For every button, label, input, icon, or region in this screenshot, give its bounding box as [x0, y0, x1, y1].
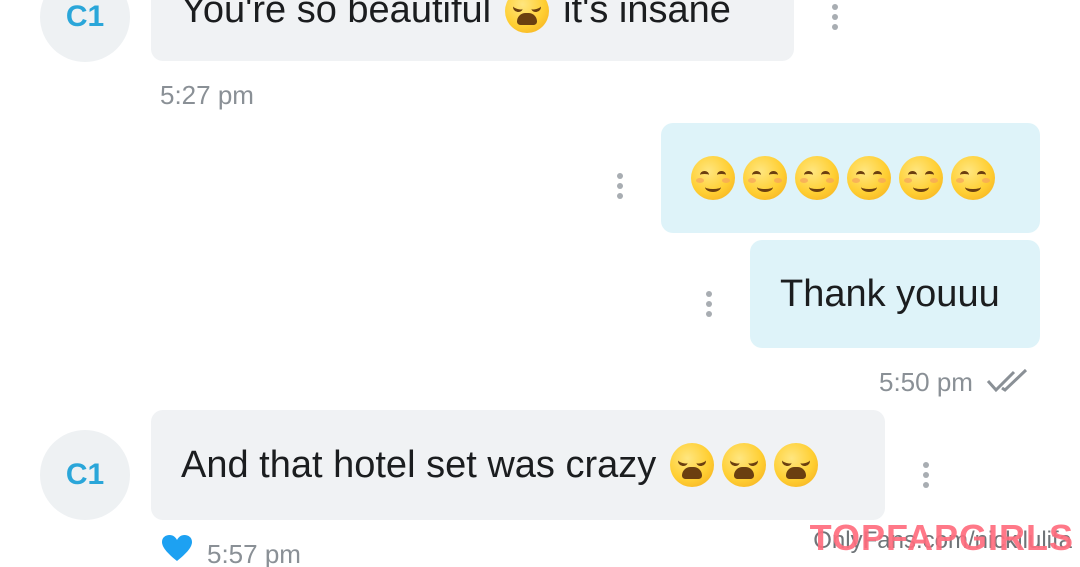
message-text: Thank youuu	[780, 272, 1000, 315]
double-check-icon	[986, 368, 1028, 393]
avatar-initials: C1	[65, 0, 105, 33]
message-options-icon[interactable]	[922, 462, 930, 488]
avatar-initials: C1	[65, 458, 105, 491]
message-bubble[interactable]: And that hotel set was crazy	[151, 410, 885, 520]
message-bubble[interactable]	[661, 123, 1040, 233]
message-text: it's insane	[563, 0, 731, 31]
relieved-face-icon	[899, 156, 943, 200]
message-bubble[interactable]: You're so beautiful it's insane	[151, 0, 794, 61]
heart-icon[interactable]	[161, 534, 193, 562]
message-timestamp: 5:50 pm	[879, 367, 973, 397]
relieved-face-icon	[795, 156, 839, 200]
message-bubble[interactable]: Thank youuu	[750, 240, 1040, 348]
relieved-face-icon	[743, 156, 787, 200]
message-options-icon[interactable]	[705, 291, 713, 317]
weary-face-icon	[722, 443, 767, 487]
weary-face-icon	[774, 443, 819, 487]
weary-face-icon	[670, 443, 715, 487]
message-timestamp: 5:27 pm	[160, 80, 254, 110]
avatar[interactable]: C1	[40, 0, 130, 62]
relieved-face-icon	[691, 156, 735, 200]
weary-face-icon	[505, 0, 550, 33]
relieved-face-icon	[951, 156, 995, 200]
message-text: And that hotel set was crazy	[181, 443, 657, 486]
message-text: You're so beautiful	[181, 0, 492, 31]
relieved-face-icon	[847, 156, 891, 200]
avatar[interactable]: C1	[40, 430, 130, 520]
message-options-icon[interactable]	[831, 4, 839, 30]
brand-watermark: TOPFAPGIRLS	[809, 517, 1074, 558]
message-options-icon[interactable]	[616, 173, 624, 199]
message-timestamp: 5:57 pm	[207, 539, 301, 567]
chat-thread: C1 You're so beautiful it's insane 5:27 …	[0, 0, 1080, 567]
